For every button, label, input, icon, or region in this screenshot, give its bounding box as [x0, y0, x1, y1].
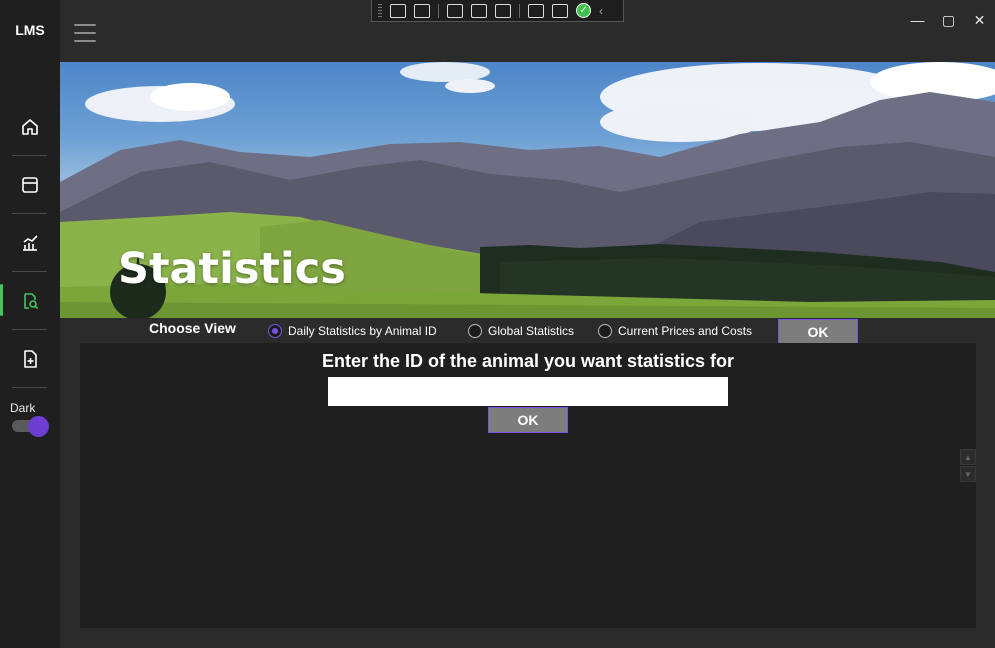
chart-icon: [23, 235, 38, 251]
id-prompt: Enter the ID of the animal you want stat…: [321, 351, 735, 371]
select-element-icon[interactable]: [447, 3, 463, 18]
radio-checked-icon[interactable]: [268, 324, 282, 338]
content-panel: Enter the ID of the animal you want stat…: [80, 343, 976, 628]
scroll-down-icon[interactable]: ▼: [960, 466, 976, 482]
sidebar-item-home[interactable]: [0, 105, 60, 149]
sidebar-item-statistics[interactable]: [0, 279, 60, 323]
maximize-button[interactable]: ▢: [933, 0, 964, 40]
radio-current-prices[interactable]: Current Prices and Costs: [598, 324, 752, 338]
video-icon[interactable]: [414, 3, 430, 18]
add-document-icon: [24, 350, 37, 368]
nav-divider: [12, 271, 47, 272]
radio-global-statistics[interactable]: Global Statistics: [468, 324, 574, 338]
radio-label: Global Statistics: [488, 324, 575, 338]
sidebar-item-dashboard[interactable]: [0, 163, 60, 207]
page-title: Statistics: [118, 244, 346, 294]
hero-banner: Statistics: [60, 62, 995, 318]
scroll-up-icon[interactable]: ▲: [960, 449, 976, 465]
nav-divider: [12, 155, 47, 156]
submit-ok-button[interactable]: OK: [488, 407, 568, 433]
sidebar-item-reports[interactable]: [0, 221, 60, 265]
radio-unchecked-icon[interactable]: [598, 324, 612, 338]
radio-label: Current Prices and Costs: [618, 324, 753, 338]
theme-toggle[interactable]: [12, 416, 49, 437]
view-ok-button[interactable]: OK: [778, 319, 858, 344]
menu-icon[interactable]: [74, 24, 96, 42]
app-window: LMS Dark ✓ ‹ — ▢ ✕ Statistics Choose Vie…: [0, 0, 995, 648]
radio-daily-statistics[interactable]: Daily Statistics by Animal ID: [268, 324, 437, 338]
collapse-icon[interactable]: ‹: [599, 4, 603, 18]
grip-icon[interactable]: [378, 3, 382, 18]
close-button[interactable]: ✕: [964, 0, 995, 40]
panel-icon: [22, 177, 38, 193]
nav-divider: [12, 213, 47, 214]
minimize-button[interactable]: —: [902, 0, 933, 40]
sidebar-item-add[interactable]: [0, 337, 60, 381]
scroll-arrows: ▲ ▼: [960, 449, 976, 483]
toolbar-divider: [519, 3, 520, 18]
live-tree-icon[interactable]: [390, 3, 406, 18]
radio-unchecked-icon[interactable]: [468, 324, 482, 338]
choose-view-label: Choose View: [149, 320, 236, 336]
nav-divider: [12, 329, 47, 330]
accessibility-icon[interactable]: [552, 3, 568, 18]
animal-id-input[interactable]: [328, 377, 728, 406]
window-controls: — ▢ ✕: [902, 0, 995, 40]
toolbar-divider: [438, 3, 439, 18]
app-title: LMS: [15, 22, 45, 38]
nav-divider: [12, 387, 47, 388]
debug-toolbar: ✓ ‹: [371, 0, 624, 22]
track-focus-icon[interactable]: [495, 3, 511, 18]
check-icon[interactable]: ✓: [576, 3, 591, 18]
layout-adorner-icon[interactable]: [471, 3, 487, 18]
hot-reload-icon[interactable]: [528, 3, 544, 18]
search-document-icon: [24, 293, 39, 310]
home-icon: [22, 119, 38, 135]
radio-label: Daily Statistics by Animal ID: [288, 324, 437, 338]
theme-label: Dark: [10, 401, 36, 415]
toggle-knob: [28, 416, 49, 437]
sidebar: LMS Dark: [0, 0, 60, 648]
